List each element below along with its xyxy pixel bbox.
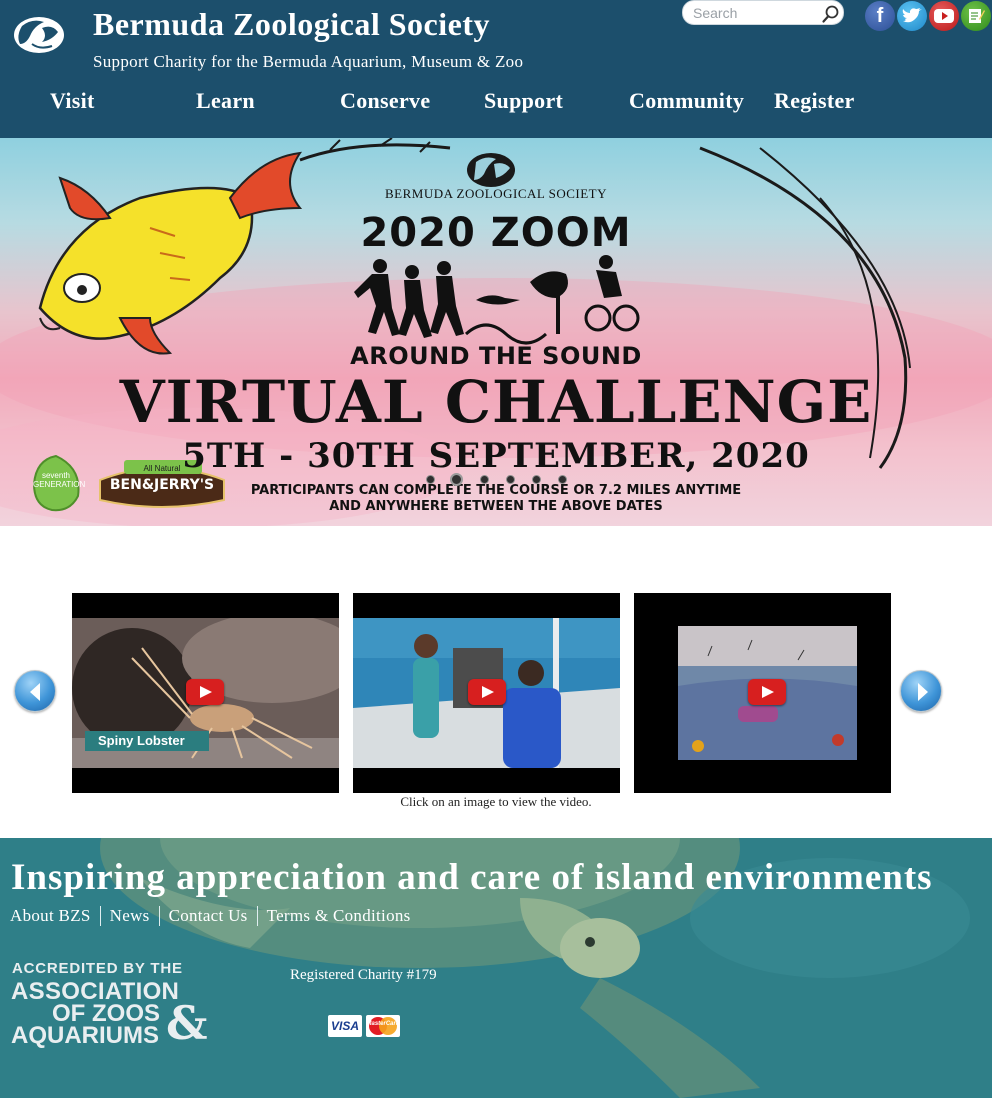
blog-icon[interactable] — [961, 1, 991, 31]
facebook-icon[interactable]: f — [865, 1, 895, 31]
hero-org-label: BERMUDA ZOOLOGICAL SOCIETY — [385, 186, 607, 201]
footer-link-about[interactable]: About BZS — [10, 906, 100, 926]
mastercard-label: MasterCard — [366, 1021, 400, 1027]
main-nav: Visit Learn Conserve Support Community R… — [0, 88, 992, 124]
carousel-next-button[interactable] — [900, 670, 942, 712]
footer-link-news[interactable]: News — [99, 906, 159, 926]
search-icon[interactable] — [821, 4, 841, 24]
slider-dot-active[interactable] — [450, 473, 463, 486]
nav-learn[interactable]: Learn — [196, 88, 255, 114]
seventh-generation-label: seventh GENERATION — [33, 471, 86, 489]
video-carousel: Spiny Lobster Click on an image to view … — [0, 526, 992, 838]
nav-conserve[interactable]: Conserve — [340, 88, 430, 114]
aza-ampersand: & — [166, 996, 208, 1050]
search-input[interactable] — [693, 4, 817, 22]
slider-dot[interactable] — [532, 475, 541, 484]
nav-community[interactable]: Community — [629, 88, 744, 114]
aza-accredited-label[interactable]: ACCREDITED BY THE — [12, 960, 183, 977]
arrow-left-icon — [30, 683, 40, 701]
slider-dot[interactable] — [426, 475, 435, 484]
video-thumbnail[interactable]: Spiny Lobster — [72, 593, 339, 793]
footer-tagline: Inspiring appreciation and care of islan… — [11, 857, 933, 898]
fish-logo-icon[interactable] — [12, 14, 66, 56]
youtube-icon[interactable] — [929, 1, 959, 31]
search-box — [682, 0, 844, 25]
mastercard-icon: MasterCard — [366, 1015, 400, 1037]
hero-headline: 2020 ZOOM — [360, 210, 632, 256]
site-title[interactable]: Bermuda Zoological Society — [93, 6, 490, 43]
nav-register[interactable]: Register — [774, 88, 855, 114]
carousel-prev-button[interactable] — [14, 670, 56, 712]
hero-subheadline: AROUND THE SOUND — [350, 342, 642, 370]
video-thumbnail[interactable] — [353, 593, 620, 793]
nav-visit[interactable]: Visit — [50, 88, 95, 114]
benjerry-name: BEN&JERRY'S — [109, 477, 215, 493]
slider-pagination — [426, 473, 576, 487]
play-icon[interactable] — [468, 679, 506, 705]
footer-link-terms[interactable]: Terms & Conditions — [256, 906, 420, 926]
play-icon[interactable] — [748, 679, 786, 705]
charity-number: Registered Charity #179 — [290, 967, 437, 983]
site-subtitle: Support Charity for the Bermuda Aquarium… — [93, 52, 524, 71]
slider-dot[interactable] — [506, 475, 515, 484]
site-footer: Inspiring appreciation and care of islan… — [0, 838, 992, 1098]
video-caption: Spiny Lobster — [85, 731, 209, 751]
hero-title: VIRTUAL CHALLENGE — [119, 368, 873, 436]
slider-dot[interactable] — [558, 475, 567, 484]
video-hint: Click on an image to view the video. — [400, 794, 592, 809]
site-header: Bermuda Zoological Society Support Chari… — [0, 0, 992, 138]
hero-banner[interactable]: BERMUDA ZOOLOGICAL SOCIETY 2020 ZOOM ARO… — [0, 138, 992, 526]
video-thumbnail[interactable] — [634, 593, 891, 793]
arrow-right-icon — [918, 683, 928, 701]
footer-link-contact[interactable]: Contact Us — [158, 906, 257, 926]
slider-dot[interactable] — [480, 475, 489, 484]
visa-icon: VISA — [328, 1015, 362, 1037]
footer-links: About BZS News Contact Us Terms & Condition… — [10, 906, 420, 928]
aza-aquariums-label[interactable]: AQUARIUMS — [11, 1022, 159, 1050]
play-icon[interactable] — [186, 679, 224, 705]
twitter-icon[interactable] — [897, 1, 927, 31]
benjerry-tagline: All Natural — [143, 464, 181, 473]
nav-support[interactable]: Support — [484, 88, 563, 114]
